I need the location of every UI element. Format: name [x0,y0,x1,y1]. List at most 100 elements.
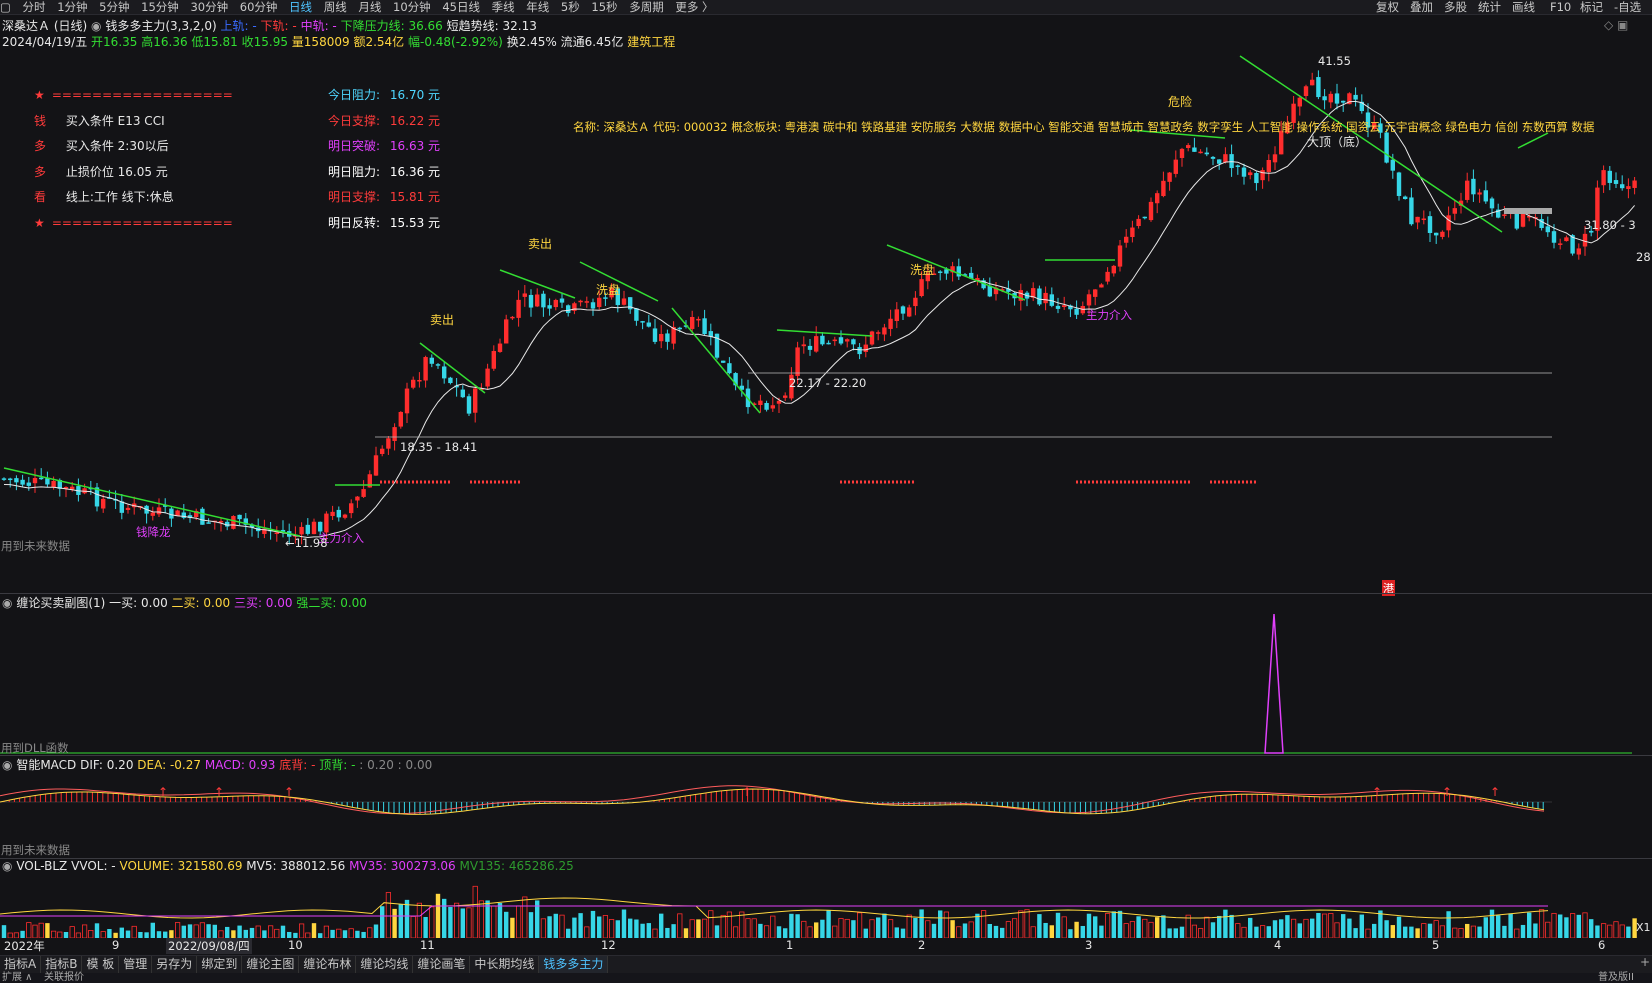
volume-bar [1446,911,1451,938]
candle-body [70,486,75,490]
volume-bar [665,927,670,938]
period-tab-15min[interactable]: 15分钟 [141,0,179,14]
volume-bar [1191,924,1197,938]
volume-bar [913,917,918,938]
indicator-name[interactable]: 钱多多主力(3,3,2,0) [105,19,216,33]
volume-bar [1117,910,1123,938]
tab-qianduoduo[interactable]: 钱多多主力 [539,956,609,973]
volume-bar [1167,928,1172,938]
quote-float-cap: 流通6.45亿 [560,35,624,49]
period-tab-5s[interactable]: 5秒 [561,0,580,14]
tab-manage[interactable]: 管理 [119,956,153,973]
self-select-button[interactable]: -自选 [1614,0,1641,14]
volume-bar [94,923,100,938]
candle-body [1613,180,1619,184]
volume-bar [1049,925,1054,938]
indicator-toggle-icon[interactable]: ◉ [2,758,12,772]
volume-bar [1310,918,1315,938]
volume-bar [311,923,317,938]
tab-indicator-b[interactable]: 指标B [41,956,83,973]
period-tab-1min[interactable]: 1分钟 [57,0,87,14]
period-tab-45day[interactable]: 45日线 [442,0,480,14]
buy-sell-subchart[interactable] [0,594,1652,754]
tab-template[interactable]: 模 板 [82,956,120,973]
volume-bar [1607,924,1613,938]
candle-body [553,299,558,308]
volume-bar [237,925,242,938]
volume-bar [1409,926,1414,938]
volume-bar [634,919,639,938]
volume-bar [1248,917,1253,938]
volume-bar [20,930,25,938]
candle-body [851,339,856,345]
period-tab-year[interactable]: 年线 [526,0,549,14]
macd-title[interactable]: 智能MACD [16,758,76,772]
volume-bar [1477,926,1482,938]
indicator-toggle-icon[interactable]: ◉ [2,859,12,873]
candle-body [1248,172,1253,176]
candle-body [1576,248,1581,255]
period-tab-monthly[interactable]: 月线 [358,0,381,14]
tab-bind-to[interactable]: 绑定到 [197,956,243,973]
window-icon[interactable]: ▢ [0,0,11,14]
indicator-tab-bar: 指标A 指标B 模 板管理 另存为 绑定到 缠论主图 缠论布林 缠论均线 缠论画笔 中长期均线 钱多… [0,955,1652,973]
quote-low: 低15.81 [191,35,238,49]
volume-bar [900,928,906,938]
tab-save-as[interactable]: 另存为 [152,956,198,973]
expand-toggle[interactable]: 扩展 ∧ [2,973,33,983]
add-tab-button[interactable]: + [1640,955,1650,969]
vol-title[interactable]: VOL-BLZ [16,859,67,873]
tab-chan-pen[interactable]: 缠论画笔 [413,956,471,973]
tab-long-ma[interactable]: 中长期均线 [470,956,540,973]
related-quote-link[interactable]: 关联报价 [44,973,84,983]
period-tab-30min[interactable]: 30分钟 [190,0,228,14]
panel-controls[interactable]: ◇ ▣ [1604,18,1628,32]
period-tab-60min[interactable]: 60分钟 [240,0,278,14]
trend-line [776,329,873,337]
volume-bar [1427,923,1433,938]
period-tab-fenshi[interactable]: 分时 [23,0,46,14]
period-tab-daily[interactable]: 日线 [289,0,312,14]
volume-bar [466,907,472,938]
volume-bar [1279,919,1284,938]
volume-bar [602,915,609,938]
volume-bar [416,902,423,938]
multi-stock-button[interactable]: 多股 [1444,0,1467,14]
overlay-button[interactable]: 叠加 [1410,0,1433,14]
volume-bar [863,928,868,938]
tab-indicator-a[interactable]: 指标A [0,956,42,973]
f10-button[interactable]: F10 [1550,0,1571,14]
mark-button[interactable]: 标记 [1580,0,1603,14]
period-tab-15s[interactable]: 15秒 [591,0,617,14]
volume-bar [776,926,782,938]
volume-bar [1328,913,1334,938]
candle-body [1198,151,1203,154]
candle-body [919,279,924,297]
low-price-label: ←11.98 [285,536,328,550]
tab-chan-boll[interactable]: 缠论布林 [299,956,357,973]
tab-chan-ma[interactable]: 缠论均线 [356,956,414,973]
candle-body [1235,165,1240,167]
candle-body [696,318,701,321]
candle-body [876,332,881,334]
period-tab-weekly[interactable]: 周线 [324,0,347,14]
volume-bar [212,924,217,938]
period-tab-multi[interactable]: 多周期 [629,0,664,14]
period-tab-10min[interactable]: 10分钟 [393,0,431,14]
draw-line-button[interactable]: 画线 [1512,0,1535,14]
period-tab-5min[interactable]: 5分钟 [99,0,129,14]
fuquan-button[interactable]: 复权 [1376,0,1399,14]
candle-body [448,377,453,384]
volume-bar [218,930,224,938]
indicator-toggle-icon[interactable]: ◉ [91,19,101,33]
macd-chart[interactable]: ↑ ↑ ↑ ↑ ↑ ↑ ↑ [0,772,1652,858]
candle-body [1520,214,1526,227]
period-tab-quarter[interactable]: 季线 [492,0,515,14]
money-dragon-label: 钱降龙 [136,525,171,539]
volume-chart[interactable] [0,874,1652,938]
stats-button[interactable]: 统计 [1478,0,1501,14]
tab-chan-main[interactable]: 缠论主图 [242,956,300,973]
candle-body [386,438,391,449]
period-tab-more[interactable]: 更多 〉 [675,0,713,14]
candle-body [541,293,546,308]
